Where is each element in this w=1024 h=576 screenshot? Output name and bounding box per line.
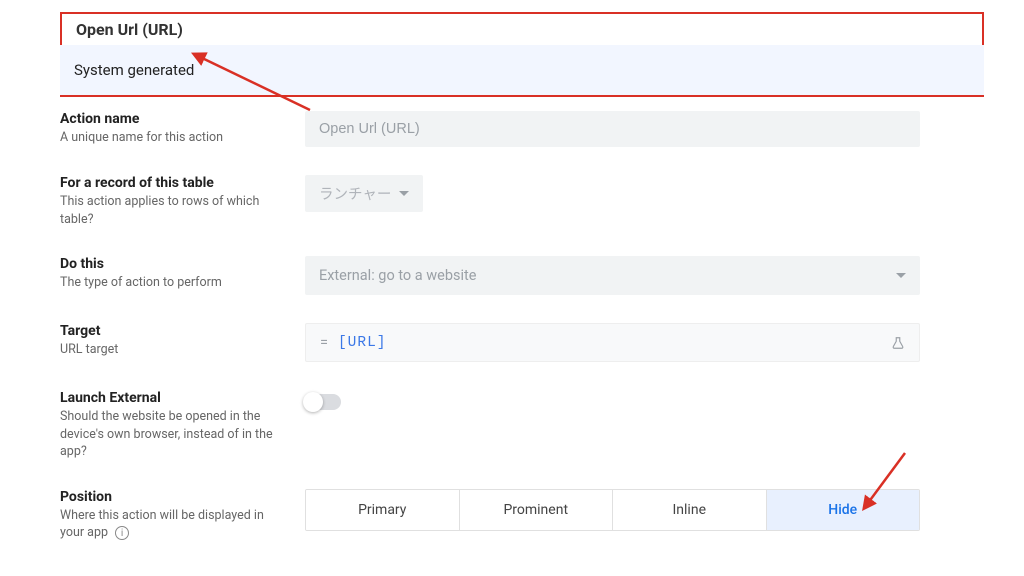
table-select-value: ランチャー <box>319 183 391 204</box>
target-label: Target <box>60 323 285 339</box>
field-launch-external: Launch External Should the website be op… <box>60 376 984 475</box>
chevron-down-icon <box>399 191 409 196</box>
info-icon[interactable]: i <box>115 526 129 540</box>
do-this-value: External: go to a website <box>319 267 476 284</box>
do-this-desc: The type of action to perform <box>60 274 285 292</box>
do-this-select[interactable]: External: go to a website <box>305 256 920 295</box>
launch-desc: Should the website be opened in the devi… <box>60 408 285 461</box>
target-desc: URL target <box>60 341 285 359</box>
field-table: For a record of this table This action a… <box>60 161 984 242</box>
system-generated-label: System generated <box>74 61 194 79</box>
system-generated-row: System generated <box>60 45 984 95</box>
launch-label: Launch External <box>60 390 285 406</box>
field-action-name: Action name A unique name for this actio… <box>60 97 984 161</box>
field-target: Target URL target = [URL] <box>60 309 984 376</box>
do-this-label: Do this <box>60 256 285 272</box>
chevron-down-icon <box>896 273 906 278</box>
action-name-desc: A unique name for this action <box>60 129 285 147</box>
action-title: Open Url (URL) <box>62 14 982 45</box>
position-option-hide[interactable]: Hide <box>767 490 920 530</box>
table-desc: This action applies to rows of which tab… <box>60 193 285 228</box>
field-do-this: Do this The type of action to perform Ex… <box>60 242 984 309</box>
table-label: For a record of this table <box>60 175 285 191</box>
header-highlight-box: Open Url (URL) System generated <box>60 12 984 97</box>
target-value: [URL] <box>338 335 387 351</box>
target-expression-input[interactable]: = [URL] <box>305 323 920 362</box>
field-position: Position Where this action will be displ… <box>60 475 984 546</box>
action-name-label: Action name <box>60 111 285 127</box>
position-desc: Where this action will be displayed in y… <box>60 507 285 542</box>
position-option-prominent[interactable]: Prominent <box>460 490 614 530</box>
action-name-input[interactable] <box>305 111 920 147</box>
position-option-primary[interactable]: Primary <box>306 490 460 530</box>
position-segmented: Primary Prominent Inline Hide <box>305 489 920 531</box>
target-prefix: = <box>320 334 328 351</box>
table-select[interactable]: ランチャー <box>305 175 423 212</box>
position-label: Position <box>60 489 285 505</box>
toggle-knob <box>303 392 323 412</box>
launch-external-toggle[interactable] <box>305 394 341 410</box>
position-option-inline[interactable]: Inline <box>613 490 767 530</box>
beaker-icon[interactable] <box>891 336 905 350</box>
